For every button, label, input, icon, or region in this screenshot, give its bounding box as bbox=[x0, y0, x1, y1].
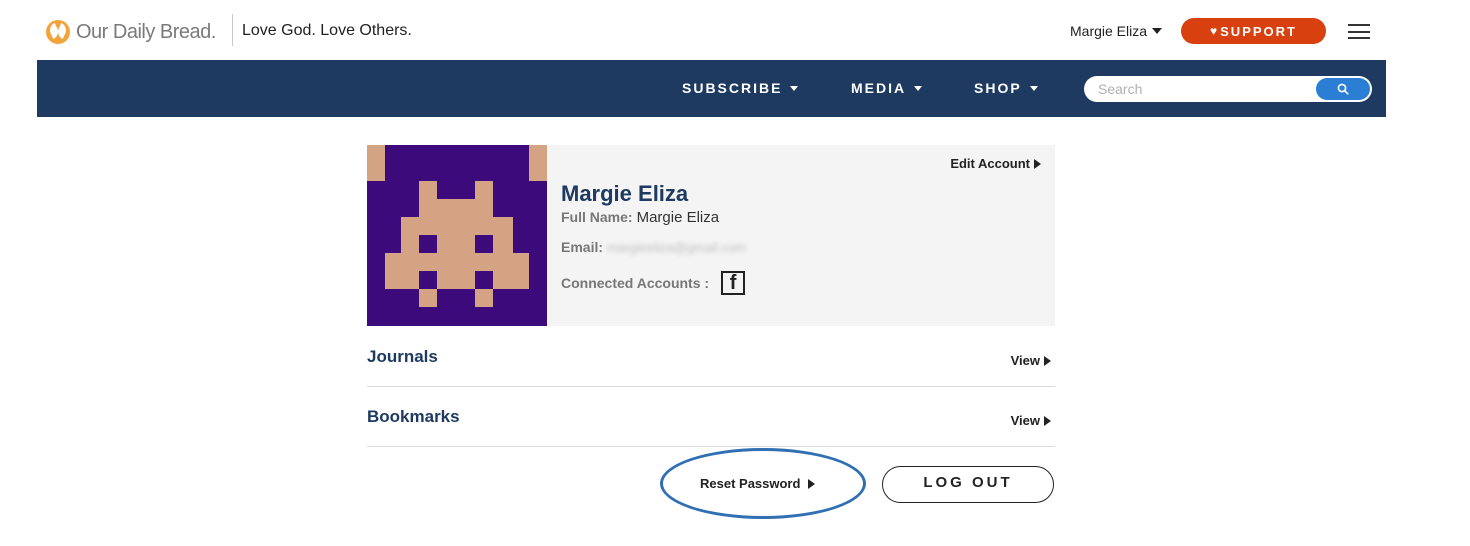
logout-button[interactable]: LOG OUT bbox=[882, 466, 1054, 503]
nav-item-label: SHOP bbox=[974, 80, 1022, 96]
section-title: Bookmarks bbox=[367, 407, 460, 426]
chevron-down-icon bbox=[790, 85, 799, 91]
list-item-bookmarks: Bookmarks View bbox=[367, 387, 1055, 447]
search-input[interactable] bbox=[1098, 79, 1308, 99]
user-menu[interactable]: Margie Eliza bbox=[1070, 23, 1163, 39]
nav-item-subscribe[interactable]: SUBSCRIBE bbox=[682, 80, 799, 96]
reset-password-label: Reset Password bbox=[700, 476, 801, 491]
nav-item-label: SUBSCRIBE bbox=[682, 80, 783, 96]
support-button[interactable]: ♥ SUPPORT bbox=[1181, 18, 1326, 44]
logo-text: Our Daily Bread. bbox=[76, 20, 216, 43]
connected-accounts-label: Connected Accounts : bbox=[561, 275, 710, 291]
search-box bbox=[1084, 76, 1372, 102]
search-button[interactable] bbox=[1316, 78, 1370, 100]
list-item-journals: Journals View bbox=[367, 327, 1055, 387]
support-label: SUPPORT bbox=[1220, 23, 1297, 39]
avatar bbox=[367, 145, 547, 326]
tagline: Love God. Love Others. bbox=[242, 22, 412, 39]
heart-icon: ♥ bbox=[1210, 24, 1218, 38]
arrow-right-icon bbox=[1044, 355, 1051, 366]
facebook-icon[interactable]: f bbox=[721, 271, 746, 295]
full-name-value: Margie Eliza bbox=[636, 209, 720, 226]
email-row: Email: margieeliza@gmail.com bbox=[561, 239, 746, 255]
user-menu-label: Margie Eliza bbox=[1070, 23, 1148, 39]
top-bar: Our Daily Bread. Love God. Love Others. … bbox=[0, 0, 1470, 60]
edit-account-label: Edit Account bbox=[950, 156, 1030, 171]
arrow-right-icon bbox=[808, 478, 816, 489]
main-nav: SUBSCRIBE MEDIA SHOP bbox=[37, 60, 1386, 117]
nav-item-media[interactable]: MEDIA bbox=[851, 80, 923, 96]
view-label: View bbox=[1010, 413, 1040, 428]
connected-accounts-row: Connected Accounts : f bbox=[561, 271, 746, 295]
chevron-down-icon bbox=[1029, 85, 1038, 91]
view-label: View bbox=[1010, 353, 1040, 368]
profile-card: Edit Account Margie Eliza Full Name: Mar… bbox=[367, 145, 1055, 326]
full-name-label: Full Name: bbox=[561, 209, 633, 225]
reset-password-button[interactable]: Reset Password bbox=[700, 476, 816, 491]
nav-item-label: MEDIA bbox=[851, 80, 907, 96]
arrow-right-icon bbox=[1044, 415, 1051, 426]
logo-icon bbox=[46, 20, 70, 44]
profile-name: Margie Eliza bbox=[561, 181, 689, 206]
full-name-row: Full Name: Margie Eliza bbox=[561, 209, 719, 226]
view-bookmarks-link[interactable]: View bbox=[1011, 413, 1051, 428]
view-journals-link[interactable]: View bbox=[1011, 353, 1051, 368]
edit-account-link[interactable]: Edit Account bbox=[950, 156, 1041, 171]
arrow-right-icon bbox=[1034, 158, 1041, 169]
section-title: Journals bbox=[367, 347, 438, 366]
email-value: margieeliza@gmail.com bbox=[607, 240, 746, 255]
hamburger-icon[interactable] bbox=[1348, 24, 1370, 39]
site-logo[interactable]: Our Daily Bread. bbox=[46, 20, 216, 44]
search-icon bbox=[1337, 83, 1349, 95]
email-label: Email: bbox=[561, 239, 604, 255]
chevron-down-icon bbox=[1152, 28, 1163, 34]
chevron-down-icon bbox=[914, 85, 923, 91]
logo-divider bbox=[232, 14, 233, 46]
nav-item-shop[interactable]: SHOP bbox=[974, 80, 1038, 96]
